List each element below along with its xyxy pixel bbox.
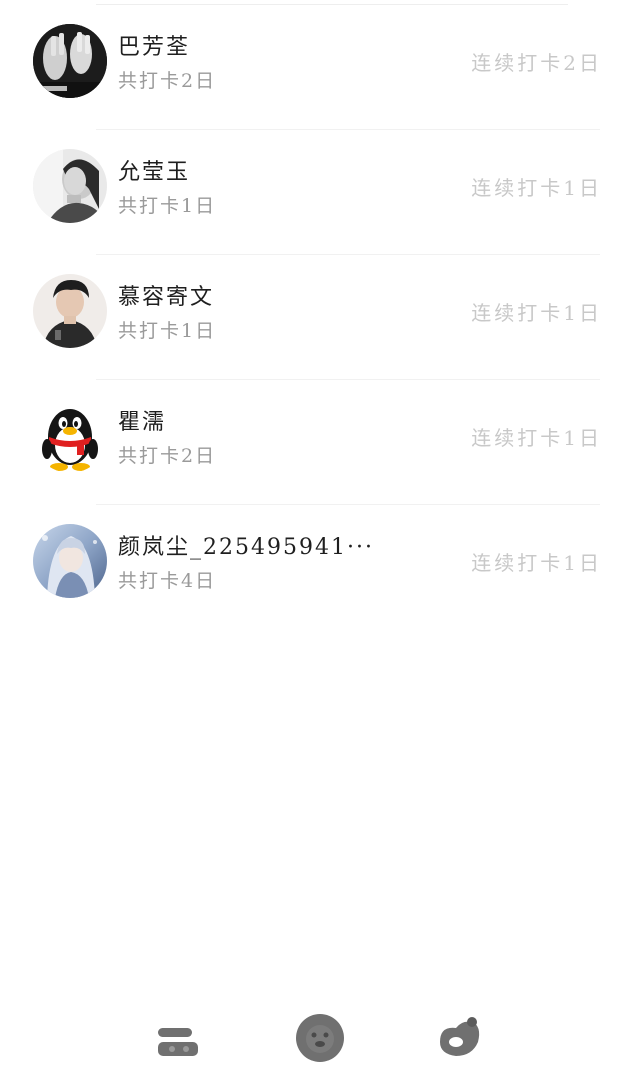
checkin-row[interactable]: 允莹玉 共打卡1日 连续打卡1日	[0, 130, 640, 255]
member-name: 颜岚尘_225495941···	[118, 535, 374, 560]
qq-penguin-avatar-icon[interactable]	[33, 399, 107, 473]
checkin-row[interactable]: 慕容寄文 共打卡1日 连续打卡1日	[0, 255, 640, 380]
heart-ribbon-icon[interactable]	[432, 1012, 488, 1062]
streak-checkin-days: 连续打卡1日	[471, 176, 602, 200]
list-toggle-icon[interactable]	[152, 1012, 208, 1062]
photo-avatar-portrait-icon[interactable]	[33, 149, 107, 223]
streak-checkin-days: 连续打卡1日	[471, 551, 602, 575]
member-name: 慕容寄文	[118, 285, 215, 310]
streak-checkin-days: 连续打卡1日	[471, 426, 602, 450]
total-checkin-days: 共打卡2日	[118, 445, 217, 467]
photo-avatar-anime-icon[interactable]	[33, 524, 107, 598]
total-checkin-days: 共打卡2日	[118, 70, 217, 92]
total-checkin-days: 共打卡1日	[118, 320, 217, 342]
member-name: 巴芳荃	[118, 35, 191, 60]
member-name: 允莹玉	[118, 160, 191, 185]
checkin-row[interactable]: 瞿濡 共打卡2日 连续打卡1日	[0, 380, 640, 505]
photo-avatar-hands-icon[interactable]	[33, 24, 107, 98]
checkin-row[interactable]: 颜岚尘_225495941··· 共打卡4日 连续打卡1日	[0, 505, 640, 630]
lion-face-icon[interactable]	[292, 1012, 348, 1062]
bottom-tab-bar	[0, 1000, 640, 1075]
member-name: 瞿濡	[118, 410, 167, 435]
checkin-row[interactable]: 巴芳荃 共打卡2日 连续打卡2日	[0, 5, 640, 130]
total-checkin-days: 共打卡4日	[118, 570, 217, 592]
total-checkin-days: 共打卡1日	[118, 195, 217, 217]
streak-checkin-days: 连续打卡2日	[471, 51, 602, 75]
streak-checkin-days: 连续打卡1日	[471, 301, 602, 325]
photo-avatar-person-icon[interactable]	[33, 274, 107, 348]
